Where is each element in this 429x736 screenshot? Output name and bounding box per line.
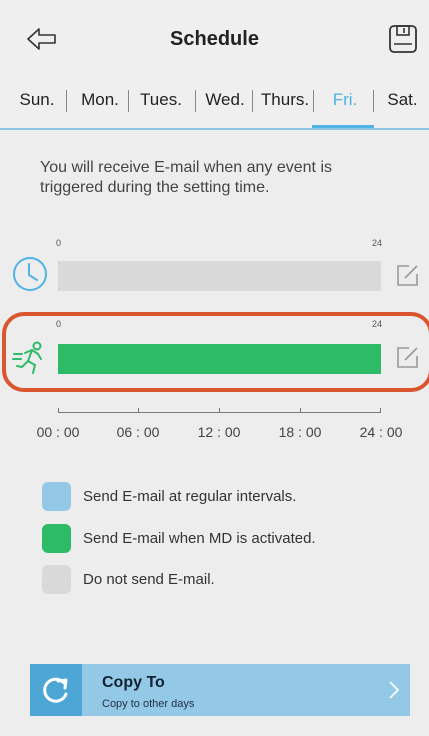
axis-tick — [219, 408, 220, 413]
page-title: Schedule — [170, 28, 259, 50]
active-tab-indicator — [312, 125, 374, 128]
axis-tick — [138, 408, 139, 413]
tab-separator — [66, 90, 67, 112]
tab-separator — [373, 90, 374, 112]
axis-label: 24 : 00 — [359, 424, 403, 440]
tab-sunday[interactable]: Sun. — [10, 82, 64, 128]
tab-monday[interactable]: Mon. — [72, 82, 128, 128]
tab-saturday[interactable]: Sat. — [380, 82, 425, 128]
axis-label: 12 : 00 — [197, 424, 241, 440]
tab-thursday[interactable]: Thurs. — [256, 82, 314, 128]
tab-separator — [195, 90, 196, 112]
axis-label: 00 : 00 — [36, 424, 80, 440]
schedule-bar-motion[interactable] — [58, 344, 381, 374]
legend-swatch-regular — [42, 482, 71, 511]
copy-to-subtitle: Copy to other days — [102, 698, 195, 710]
legend-label-regular: Send E-mail at regular intervals. — [83, 488, 297, 505]
tab-separator — [313, 90, 314, 112]
header: Schedule — [0, 0, 429, 82]
legend-swatch-none — [42, 565, 71, 594]
refresh-icon — [30, 664, 82, 716]
edit-icon[interactable] — [395, 262, 421, 293]
scale-end-label: 24 — [372, 238, 383, 248]
tab-separator — [128, 90, 129, 112]
legend-label-md: Send E-mail when MD is activated. — [83, 530, 316, 547]
info-text: You will receive E-mail when any event i… — [40, 159, 332, 196]
axis-label: 18 : 00 — [278, 424, 322, 440]
schedule-bar-timer[interactable] — [58, 261, 381, 291]
axis-tick — [300, 408, 301, 413]
copy-to-button[interactable]: Copy To Copy to other days — [30, 664, 410, 716]
tab-tuesday[interactable]: Tues. — [132, 82, 190, 128]
scale-start-label: 0 — [56, 238, 62, 248]
copy-to-title: Copy To — [102, 674, 165, 691]
axis-tick — [58, 408, 59, 413]
tab-wednesday[interactable]: Wed. — [198, 82, 252, 128]
scale-end-label: 24 — [372, 319, 383, 329]
tab-separator — [252, 90, 253, 112]
floppy-disk-icon[interactable] — [388, 24, 418, 54]
edit-icon[interactable] — [395, 344, 421, 375]
day-tabs: Sun. Mon. Tues. Wed. Thurs. Fri. Sat. — [0, 82, 429, 130]
running-person-icon — [12, 340, 48, 381]
axis-tick — [380, 408, 381, 413]
legend-swatch-md — [42, 524, 71, 553]
clock-icon — [12, 256, 48, 297]
scale-start-label: 0 — [56, 319, 62, 329]
axis-label: 06 : 00 — [116, 424, 160, 440]
chevron-right-icon — [388, 680, 400, 705]
legend-label-none: Do not send E-mail. — [83, 571, 215, 588]
tab-friday[interactable]: Fri. — [318, 82, 372, 128]
